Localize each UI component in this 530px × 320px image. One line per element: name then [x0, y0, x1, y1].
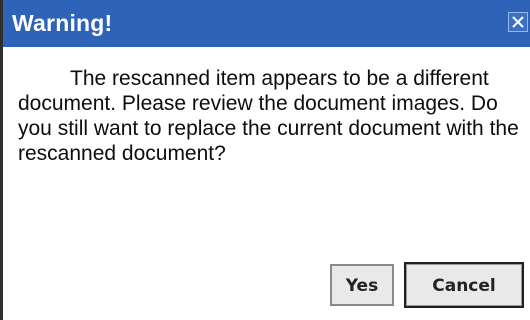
dialog-message: The rescanned item appears to be a diffe…: [18, 66, 523, 166]
dialog-message-text: The rescanned item appears to be a diffe…: [18, 67, 519, 165]
cancel-button[interactable]: Cancel: [404, 262, 524, 308]
dialog-title: Warning!: [12, 10, 113, 36]
dialog-title-bar[interactable]: Warning!: [3, 0, 530, 47]
yes-button[interactable]: Yes: [330, 264, 394, 306]
warning-dialog: Warning! The rescanned item appears to b…: [0, 0, 530, 320]
close-icon[interactable]: [508, 12, 528, 32]
